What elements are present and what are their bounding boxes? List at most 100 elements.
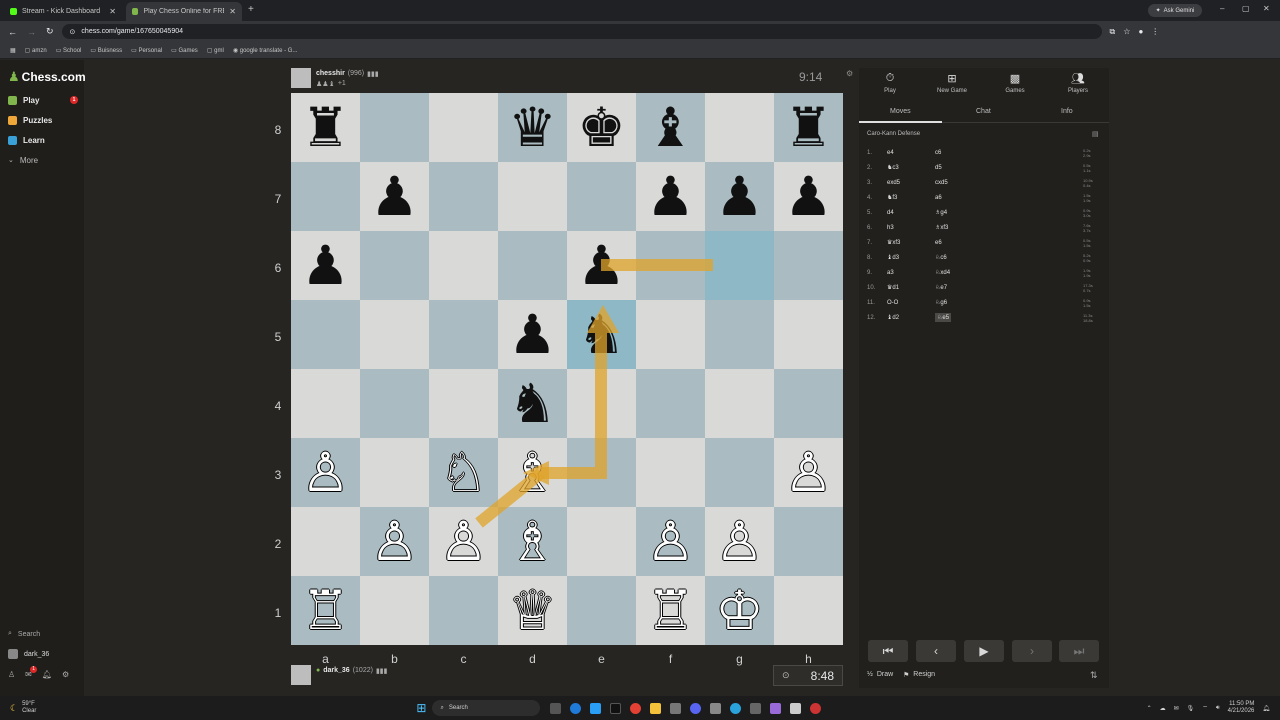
square-f8[interactable]: ♝: [636, 93, 705, 162]
chess-piece[interactable]: ♙: [646, 514, 694, 569]
black-move[interactable]: e6: [935, 240, 1035, 246]
chess-piece[interactable]: ♕: [508, 583, 556, 638]
chess-piece[interactable]: ♖: [301, 583, 349, 638]
chess-piece[interactable]: ♙: [784, 445, 832, 500]
square-g8[interactable]: [705, 93, 774, 162]
chessboard[interactable]: ♜ ♛ ♚ ♝ ♜ ♟ ♟ ♟ ♟ ♟ ♟ ♟ ♞ ♞ ♙ ♘ ♗ ♙ ♙ ♙ ♗ ♙ ♙ ♖ ♕ ♖ ♔: [291, 93, 843, 645]
black-move[interactable]: ♘e5: [935, 313, 952, 322]
minimize-icon[interactable]: –: [1220, 4, 1224, 13]
white-move[interactable]: ♝d3: [887, 254, 935, 261]
bookmark-star-icon[interactable]: ☆: [1123, 27, 1130, 36]
task-view-icon[interactable]: [550, 702, 562, 714]
square-d4[interactable]: ♞: [498, 369, 567, 438]
square-h1[interactable]: [774, 576, 843, 645]
opponent-name[interactable]: chesshir: [316, 70, 345, 78]
white-move[interactable]: ♛d1: [887, 284, 935, 291]
telegram-icon[interactable]: [730, 702, 742, 714]
settings-gear-icon[interactable]: [710, 702, 722, 714]
draw-button[interactable]: ½ Draw: [867, 671, 893, 678]
sidebar-item-more[interactable]: ⌄ More: [8, 152, 38, 168]
close-window-icon[interactable]: ✕: [1263, 4, 1270, 13]
player-avatar[interactable]: [291, 665, 311, 685]
mail-icon[interactable]: ✉ 1: [25, 666, 38, 679]
bookmark-school[interactable]: ▭ School: [56, 47, 82, 54]
store-icon[interactable]: [590, 702, 602, 714]
profile-icon[interactable]: ●: [1138, 27, 1143, 36]
clock[interactable]: 11:50 PM 4/21/2026: [1228, 701, 1255, 715]
microphone-icon[interactable]: 🎙︎: [1187, 705, 1195, 712]
chess-piece[interactable]: ♙: [715, 514, 763, 569]
chess-piece[interactable]: ♟: [508, 307, 556, 362]
square-g5[interactable]: [705, 300, 774, 369]
square-d8[interactable]: ♛: [498, 93, 567, 162]
chesscom-logo[interactable]: ♟ Chess.com: [8, 69, 86, 85]
square-e1[interactable]: [567, 576, 636, 645]
bookmark-games[interactable]: ▭ Games: [171, 47, 198, 54]
square-h7[interactable]: ♟: [774, 162, 843, 231]
black-move[interactable]: ♘c6: [935, 254, 1035, 261]
square-c5[interactable]: [429, 300, 498, 369]
url-field[interactable]: ⊙ chess.com/game/167650045904: [61, 24, 1102, 39]
subtab-moves[interactable]: Moves: [890, 108, 911, 115]
tiktok-icon[interactable]: [610, 702, 622, 714]
square-c8[interactable]: [429, 93, 498, 162]
chess-piece[interactable]: ♗: [508, 445, 556, 500]
square-f6[interactable]: [636, 231, 705, 300]
square-b4[interactable]: [360, 369, 429, 438]
white-move[interactable]: exd5: [887, 180, 935, 186]
resign-button[interactable]: ⚑ Resign: [903, 671, 935, 679]
weather-widget[interactable]: ☾ 59°F Clear: [10, 701, 36, 715]
chess-piece[interactable]: ♚: [577, 100, 625, 155]
square-e2[interactable]: [567, 507, 636, 576]
friends-icon[interactable]: ♙: [8, 670, 15, 679]
windows-start-icon[interactable]: ⊞: [416, 701, 426, 715]
square-d5[interactable]: ♟: [498, 300, 567, 369]
sidebar-item-play[interactable]: Play 1: [8, 92, 78, 108]
square-f4[interactable]: [636, 369, 705, 438]
chess-piece[interactable]: ♞: [577, 307, 625, 362]
black-move[interactable]: cxd5: [935, 180, 1035, 186]
close-icon[interactable]: ✕: [229, 7, 236, 16]
square-f2[interactable]: ♙: [636, 507, 705, 576]
bookmark-google-translate[interactable]: ◉ google translate - G...: [233, 47, 298, 54]
cloud-icon[interactable]: ☁: [1160, 705, 1166, 712]
chess-piece[interactable]: ♜: [784, 100, 832, 155]
white-move[interactable]: a3: [887, 270, 935, 276]
square-f5[interactable]: [636, 300, 705, 369]
white-move[interactable]: h3: [887, 225, 935, 231]
square-h5[interactable]: [774, 300, 843, 369]
subtab-info[interactable]: Info: [1061, 108, 1073, 115]
chess-piece[interactable]: ♝: [646, 100, 694, 155]
apps-icon[interactable]: ▦: [10, 47, 16, 54]
square-g2[interactable]: ♙: [705, 507, 774, 576]
square-b6[interactable]: [360, 231, 429, 300]
square-a6[interactable]: ♟: [291, 231, 360, 300]
subtab-chat[interactable]: Chat: [976, 108, 991, 115]
chess-piece[interactable]: ♟: [370, 169, 418, 224]
opening-name[interactable]: Caro-Kann Defense: [867, 131, 920, 137]
chess-piece[interactable]: ♙: [439, 514, 487, 569]
next-move-button[interactable]: ›: [1012, 640, 1052, 662]
file-explorer-icon[interactable]: [650, 702, 662, 714]
square-e3[interactable]: [567, 438, 636, 507]
site-info-icon[interactable]: ⊙: [70, 28, 76, 36]
square-f7[interactable]: ♟: [636, 162, 705, 231]
chess-piece[interactable]: ♖: [646, 583, 694, 638]
square-a2[interactable]: [291, 507, 360, 576]
chess-piece[interactable]: ♞: [508, 376, 556, 431]
square-a5[interactable]: [291, 300, 360, 369]
last-move-button[interactable]: ⏭︎: [1059, 640, 1099, 662]
book-icon[interactable]: ▤: [1092, 130, 1099, 138]
bookmark-gml[interactable]: ▢ gml: [207, 47, 224, 54]
app-icon[interactable]: [810, 702, 822, 714]
tab-games[interactable]: ▩ Games: [984, 72, 1046, 94]
chess-piece[interactable]: ♟: [784, 169, 832, 224]
square-h3[interactable]: ♙: [774, 438, 843, 507]
black-move[interactable]: ♘e7: [935, 284, 1035, 291]
notification-bell-icon[interactable]: 🔔︎: [1262, 705, 1270, 712]
sidebar-user[interactable]: dark_36: [8, 646, 49, 662]
square-b8[interactable]: [360, 93, 429, 162]
chess-piece[interactable]: ♗: [508, 514, 556, 569]
square-f3[interactable]: [636, 438, 705, 507]
square-a4[interactable]: [291, 369, 360, 438]
